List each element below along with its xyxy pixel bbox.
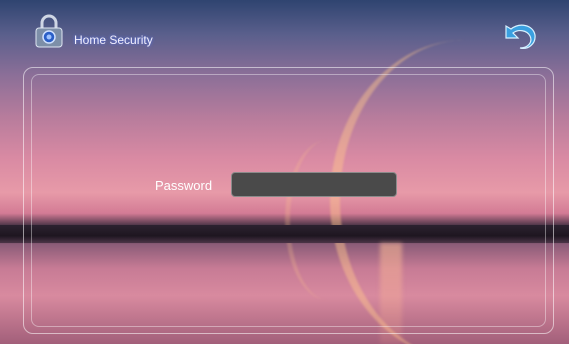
header-bar: Home Security xyxy=(0,0,569,60)
password-label: Password xyxy=(155,178,213,193)
password-input[interactable] xyxy=(231,172,397,197)
padlock-icon xyxy=(34,14,64,48)
content-panel-inner xyxy=(31,74,546,327)
app-title: Home Security xyxy=(74,33,153,47)
back-arrow-icon xyxy=(505,24,536,49)
back-button[interactable] xyxy=(500,22,538,52)
home-security-screen: Home Security Password xyxy=(0,0,569,344)
